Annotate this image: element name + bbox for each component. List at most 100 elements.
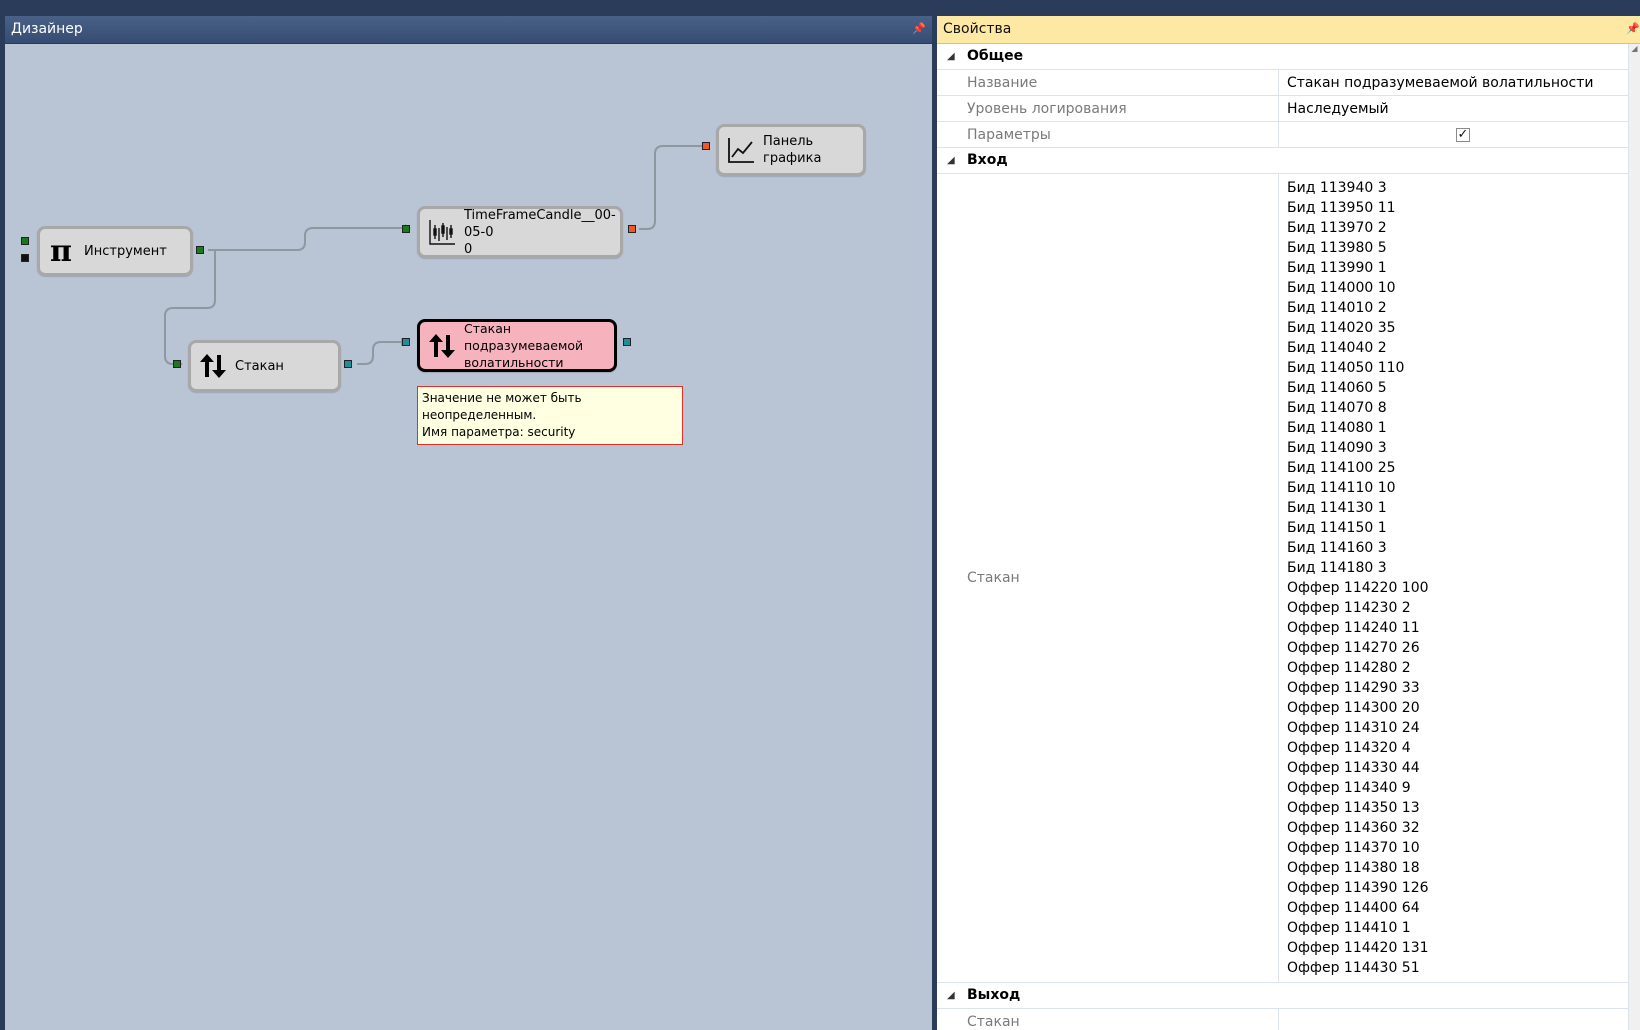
property-row-output-depth[interactable]: Стакан xyxy=(937,1009,1629,1030)
link-instrument-candle xyxy=(208,227,405,251)
property-log-label: Уровень логирования xyxy=(937,96,1279,121)
scroll-up-icon[interactable]: ◢ xyxy=(1629,44,1640,53)
depth-line: Бид 114150 1 xyxy=(1287,520,1387,536)
depth-output-port[interactable] xyxy=(344,360,352,368)
properties-panel: Свойства 📌 ◢ Общее Название Стакан подра… xyxy=(937,16,1640,1030)
depth-line: Бид 114110 10 xyxy=(1287,480,1396,496)
node-iv-depth[interactable]: Стакан подразумеваемой волатильности xyxy=(417,319,617,372)
collapse-triangle-icon[interactable]: ◢ xyxy=(947,983,955,1008)
depth-line: Бид 114040 2 xyxy=(1287,340,1387,356)
property-params-label: Параметры xyxy=(937,122,1279,147)
depth-line: Оффер 114350 13 xyxy=(1287,800,1420,816)
property-row-name[interactable]: Название Стакан подразумеваемой волатиль… xyxy=(937,70,1629,96)
up-down-arrows-icon xyxy=(195,348,231,384)
depth-line: Оффер 114280 2 xyxy=(1287,660,1411,676)
depth-line: Оффер 114310 24 xyxy=(1287,720,1420,736)
depth-line: Бид 114000 10 xyxy=(1287,280,1396,296)
depth-line: Бид 114160 3 xyxy=(1287,540,1387,556)
up-down-arrows-icon xyxy=(424,328,460,364)
designer-title: Дизайнер xyxy=(5,16,932,44)
property-row-input-depth[interactable]: Стакан Бид 113940 3 Бид 113950 11 Бид 1139… xyxy=(937,174,1629,983)
depth-line: Бид 113970 2 xyxy=(1287,220,1387,236)
depth-line: Бид 114080 1 xyxy=(1287,420,1387,436)
property-name-label: Название xyxy=(937,70,1279,95)
depth-line: Оффер 114300 20 xyxy=(1287,700,1420,716)
candle-output-port[interactable] xyxy=(628,225,636,233)
category-output[interactable]: ◢ Выход xyxy=(937,983,1629,1009)
depth-line: Оффер 114410 1 xyxy=(1287,920,1411,936)
link-candle-chart xyxy=(639,145,708,230)
property-output-depth-label: Стакан xyxy=(937,1009,1279,1030)
depth-line: Бид 114130 1 xyxy=(1287,500,1387,516)
properties-scrollbar[interactable]: ◢ xyxy=(1628,44,1640,1030)
property-input-depth-label: Стакан xyxy=(937,174,1279,982)
depth-line: Бид 113980 5 xyxy=(1287,240,1387,256)
line-chart-icon xyxy=(723,132,759,168)
tooltip-line-2: Имя параметра: security xyxy=(422,425,576,439)
instrument-output-port[interactable] xyxy=(196,246,204,254)
instrument-input-port[interactable] xyxy=(21,237,29,245)
depth-line: Оффер 114360 32 xyxy=(1287,820,1420,836)
params-checkbox[interactable]: ✓ xyxy=(1456,127,1470,142)
depth-line: Бид 113940 3 xyxy=(1287,180,1387,196)
depth-line: Бид 114090 3 xyxy=(1287,440,1387,456)
link-depth-ivdepth xyxy=(357,341,405,365)
node-candle-label: TimeFrameCandle__00-05-0 0 xyxy=(464,207,616,257)
depth-line: Оффер 114240 11 xyxy=(1287,620,1420,636)
node-depth-label: Стакан xyxy=(235,358,284,374)
error-tooltip: Значение не может быть неопределенным. И… xyxy=(417,386,683,445)
designer-canvas[interactable]: π Инструмент TimeFrameCandle__00-05-0 0 xyxy=(5,44,932,1030)
depth-line: Оффер 114270 26 xyxy=(1287,640,1420,656)
property-row-log-level[interactable]: Уровень логирования Наследуемый xyxy=(937,96,1629,122)
property-log-value[interactable]: Наследуемый xyxy=(1279,96,1629,121)
chart-input-port[interactable] xyxy=(702,142,710,150)
designer-panel: Дизайнер 📌 π Инструмент TimeFrameCandle_… xyxy=(5,16,932,1030)
depth-line: Бид 114100 25 xyxy=(1287,460,1396,476)
depth-line: Оффер 114230 2 xyxy=(1287,600,1411,616)
node-instrument[interactable]: π Инструмент xyxy=(37,226,193,276)
candle-input-port[interactable] xyxy=(402,225,410,233)
depth-input-port[interactable] xyxy=(173,360,181,368)
depth-line: Оффер 114430 51 xyxy=(1287,960,1420,976)
depth-line: Оффер 114330 44 xyxy=(1287,760,1420,776)
depth-value-list[interactable]: Бид 113940 3 Бид 113950 11 Бид 113970 2 Бид… xyxy=(1287,174,1429,982)
property-row-params[interactable]: Параметры ✓ xyxy=(937,122,1629,148)
property-name-value[interactable]: Стакан подразумеваемой волатильности xyxy=(1279,70,1629,95)
category-general[interactable]: ◢ Общее xyxy=(937,44,1629,70)
collapse-triangle-icon[interactable]: ◢ xyxy=(947,148,955,173)
connections xyxy=(164,142,710,368)
instrument-input-port-2[interactable] xyxy=(21,254,29,262)
category-input[interactable]: ◢ Вход xyxy=(937,148,1629,174)
depth-line: Оффер 114220 100 xyxy=(1287,580,1429,596)
depth-line: Бид 114060 5 xyxy=(1287,380,1387,396)
node-chart-panel[interactable]: Панель графика xyxy=(716,124,866,176)
tooltip-line-1: Значение не может быть неопределенным. xyxy=(422,391,582,422)
node-instrument-label: Инструмент xyxy=(84,243,167,259)
depth-line: Бид 114010 2 xyxy=(1287,300,1387,316)
ivdepth-input-port[interactable] xyxy=(402,338,410,346)
node-depth[interactable]: Стакан xyxy=(188,340,341,392)
property-output-depth-value[interactable] xyxy=(1279,1009,1629,1030)
depth-line: Оффер 114370 10 xyxy=(1287,840,1420,856)
depth-line: Бид 113950 11 xyxy=(1287,200,1396,216)
candlestick-chart-icon xyxy=(424,214,460,250)
depth-line: Оффер 114290 33 xyxy=(1287,680,1420,696)
pin-icon[interactable]: 📌 xyxy=(912,22,926,36)
pi-icon: π xyxy=(44,233,80,269)
depth-line: Бид 114050 110 xyxy=(1287,360,1405,376)
node-ivdepth-label: Стакан подразумеваемой волатильности xyxy=(464,321,584,370)
pin-icon[interactable]: 📌 xyxy=(1626,22,1640,36)
depth-line: Оффер 114380 18 xyxy=(1287,860,1420,876)
collapse-triangle-icon[interactable]: ◢ xyxy=(947,44,955,69)
property-grid: ◢ Общее Название Стакан подразумеваемой … xyxy=(937,44,1629,1030)
depth-line: Бид 114020 35 xyxy=(1287,320,1396,336)
depth-line: Бид 114070 8 xyxy=(1287,400,1387,416)
ivdepth-output-port[interactable] xyxy=(623,338,631,346)
depth-line: Бид 113990 1 xyxy=(1287,260,1387,276)
depth-line: Оффер 114320 4 xyxy=(1287,740,1411,756)
node-timeframe-candle[interactable]: TimeFrameCandle__00-05-0 0 xyxy=(417,206,623,258)
properties-title: Свойства xyxy=(937,16,1640,44)
depth-line: Оффер 114420 131 xyxy=(1287,940,1429,956)
depth-line: Бид 114180 3 xyxy=(1287,560,1387,576)
node-chart-label: Панель графика xyxy=(763,134,822,166)
